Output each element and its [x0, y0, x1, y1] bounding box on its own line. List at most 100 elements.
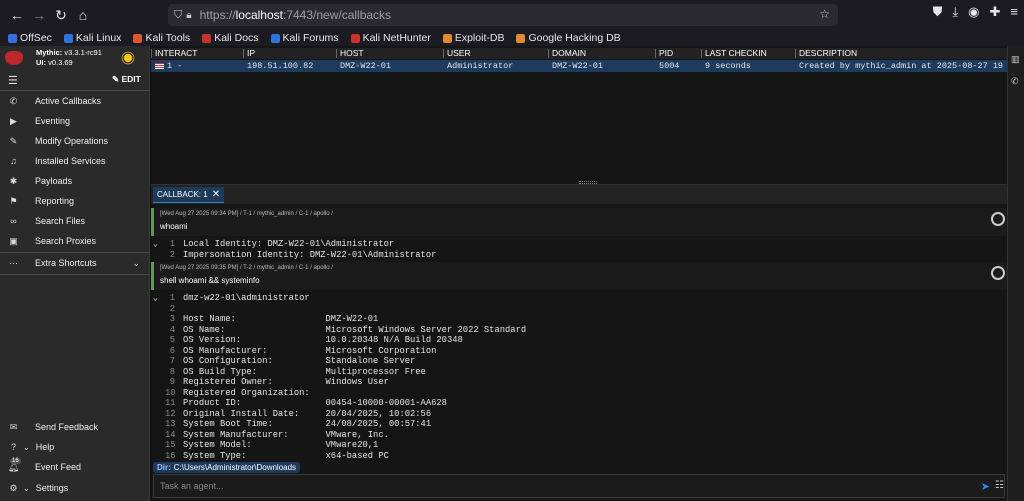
description-cell: Created by mythic_admin at 2025-08-27 19 — [799, 61, 1004, 71]
task-output: ⌄ 1 Local Identity: DMZ-W22-01\Administrat… — [151, 237, 1007, 261]
col-description[interactable]: DESCRIPTION — [794, 48, 857, 58]
sidebar-item-search-proxies[interactable]: ▣ Search Proxies — [0, 231, 150, 251]
download-icon[interactable]: ⤓ — [952, 4, 958, 20]
play-icon: ▶ — [10, 115, 17, 126]
sidebar-item-installed-services[interactable]: ♫ Installed Services — [0, 151, 150, 171]
sidebar-item-reporting[interactable]: ⚑ Reporting — [0, 191, 150, 211]
bookmark-kali-linux[interactable]: Kali Linux — [63, 32, 121, 44]
phone-icon[interactable]: ✆ — [1011, 76, 1019, 87]
edit-button[interactable]: ✎ EDIT — [112, 74, 141, 85]
bookmark-google-hacking-db[interactable]: Google Hacking DB — [516, 32, 621, 44]
task-settings-gear-icon[interactable] — [991, 212, 1005, 226]
forward-icon[interactable]: → — [28, 4, 50, 26]
bookmark-kali-docs[interactable]: Kali Docs — [202, 32, 259, 44]
star-icon[interactable]: ☆ — [819, 7, 830, 21]
browser-toolbar: ← → ↻ ⌂ ⛉ 🔒︎ https://localhost:7443/new/… — [0, 0, 1024, 30]
col-interact[interactable]: INTERACT — [151, 48, 198, 58]
back-icon[interactable]: ← — [6, 4, 28, 26]
pencil-icon: ✎ — [9, 135, 18, 146]
url-bar[interactable]: ⛉ 🔒︎ https://localhost:7443/new/callback… — [168, 4, 838, 26]
close-icon[interactable]: ✕ — [212, 189, 220, 200]
offsec-icon — [8, 33, 17, 43]
task-settings-gear-icon[interactable] — [991, 266, 1005, 280]
version-info: Mythic: v3.3.1-rc91 UI: v0.3.69 — [36, 48, 102, 67]
fold-chevron-icon[interactable]: ⌄ — [153, 239, 158, 249]
sidebar-item-event-feed[interactable]: 🔔︎ 16 Event Feed — [0, 457, 150, 477]
domain-cell: DMZ-W22-01 — [552, 61, 604, 71]
sidebar-item-search-files[interactable]: ∞ Search Files — [0, 211, 150, 231]
hamburger-icon[interactable]: ☰ — [8, 74, 18, 87]
dots-icon: ⋯ — [9, 257, 18, 268]
settings-icon: ⚙ — [9, 482, 18, 493]
col-pid[interactable]: PID — [654, 48, 673, 58]
url-text[interactable]: https://localhost:7443/new/callbacks — [200, 8, 391, 22]
flag-icon: ⚑ — [9, 195, 18, 206]
current-directory: Dir: C:\Users\Administrator\Downloads — [153, 462, 301, 473]
account-icon[interactable]: ◉ — [968, 4, 979, 20]
bookmarks-bar: OffSec Kali Linux Kali Tools Kali Docs K… — [0, 30, 1024, 46]
user-cell: Administrator — [447, 61, 514, 71]
ip-cell: 198.51.100.82 — [247, 61, 314, 71]
send-icon[interactable]: ➤ — [981, 480, 990, 493]
table-row[interactable]: 1 - 198.51.100.82 DMZ-W22-01 Administrat… — [151, 60, 1011, 72]
kali-nethunter-icon — [350, 33, 360, 43]
bookmark-kali-nethunter[interactable]: Kali NetHunter — [350, 32, 431, 44]
sidebar: Mythic: v3.3.1-rc91 UI: v0.3.69 ☰ ✎ EDIT… — [0, 46, 150, 501]
task-header[interactable]: [Wed Aug 27 2025 09:35 PM] / T-2 / mythi… — [151, 262, 1007, 290]
fold-chevron-icon[interactable]: ⌄ — [153, 293, 158, 303]
lock-icon[interactable]: 🔒︎ — [186, 10, 191, 21]
last-checkin-cell: 9 seconds — [705, 61, 751, 71]
col-last-checkin[interactable]: LAST CHECKIN — [701, 48, 767, 58]
sidebar-item-modify-operations[interactable]: ✎ Modify Operations — [0, 131, 150, 151]
task-agent-input[interactable] — [160, 481, 940, 491]
home-icon[interactable]: ⌂ — [72, 4, 94, 26]
kali-forums-icon — [270, 33, 280, 43]
task-header[interactable]: [Wed Aug 27 2025 09:34 PM] / T-1 / mythi… — [151, 208, 1007, 236]
bookmark-kali-forums[interactable]: Kali Forums — [270, 32, 339, 44]
tune-icon[interactable]: ☷ — [995, 480, 1004, 491]
sidebar-item-send-feedback[interactable]: ✉ Send Feedback — [0, 417, 150, 437]
sidebar-item-settings[interactable]: ⚙ ⌄ Settings — [0, 478, 150, 498]
phone-icon: ✆ — [9, 95, 18, 106]
pocket-icon[interactable]: ⛊ — [933, 4, 943, 20]
col-ip[interactable]: IP — [242, 48, 255, 58]
task-input-bar: ➤ ☷ — [153, 474, 1005, 498]
sidebar-item-eventing[interactable]: ▶ Eventing — [0, 111, 150, 131]
interact-cell[interactable]: 1 - — [155, 61, 182, 71]
sidebar-item-payloads[interactable]: ✱ Payloads — [0, 171, 150, 191]
bell-icon: 🔔︎ 16 — [7, 457, 21, 472]
theme-toggle-sun-icon[interactable] — [123, 53, 133, 63]
sidebar-item-active-callbacks[interactable]: ✆ Active Callbacks — [0, 91, 150, 111]
col-user[interactable]: USER — [443, 48, 471, 58]
bug-icon: ✱ — [9, 175, 18, 186]
feedback-icon: ✉ — [9, 421, 18, 432]
main-panel: INTERACT IP HOST USER DOMAIN PID LAST CH… — [151, 46, 1024, 501]
pid-cell: 5004 — [659, 61, 680, 71]
chart-icon[interactable]: ▥ — [1011, 54, 1020, 65]
mythic-logo — [5, 51, 23, 65]
ghdb-icon — [516, 33, 526, 43]
chevron-down-icon[interactable]: ⌄ — [23, 484, 30, 493]
bookmark-exploit-db[interactable]: Exploit-DB — [442, 32, 504, 44]
menu-icon[interactable]: ≡ — [1010, 4, 1018, 20]
reload-icon[interactable]: ↻ — [50, 4, 72, 26]
extensions-icon[interactable]: ✚ — [990, 4, 1001, 20]
host-cell: DMZ-W22-01 — [340, 61, 392, 71]
callbacks-table-header: INTERACT IP HOST USER DOMAIN PID LAST CH… — [151, 48, 1011, 59]
us-flag-icon — [155, 62, 164, 69]
event-feed-badge: 16 — [10, 457, 21, 464]
chevron-down-icon[interactable]: ⌄ — [132, 258, 140, 269]
chevron-down-icon[interactable]: ⌄ — [23, 443, 30, 452]
sidebar-item-extra-shortcuts[interactable]: ⋯ Extra Shortcuts ⌄ — [0, 253, 150, 273]
col-domain[interactable]: DOMAIN — [548, 48, 586, 58]
task-command: whoami — [160, 222, 188, 231]
mythic-app: Mythic: v3.3.1-rc91 UI: v0.3.69 ☰ ✎ EDIT… — [0, 46, 1024, 501]
sidebar-item-help[interactable]: ? ⌄ Help — [0, 437, 150, 457]
shield-icon[interactable]: ⛉ — [174, 9, 182, 22]
col-host[interactable]: HOST — [336, 48, 364, 58]
task-command: shell whoami && systeminfo — [160, 276, 260, 285]
tab-callback-1[interactable]: CALLBACK: 1 ✕ — [153, 187, 225, 203]
bookmark-kali-tools[interactable]: Kali Tools — [133, 32, 190, 44]
callback-tabs: CALLBACK: 1 ✕ — [151, 184, 1007, 204]
bookmark-offsec[interactable]: OffSec — [8, 32, 52, 44]
